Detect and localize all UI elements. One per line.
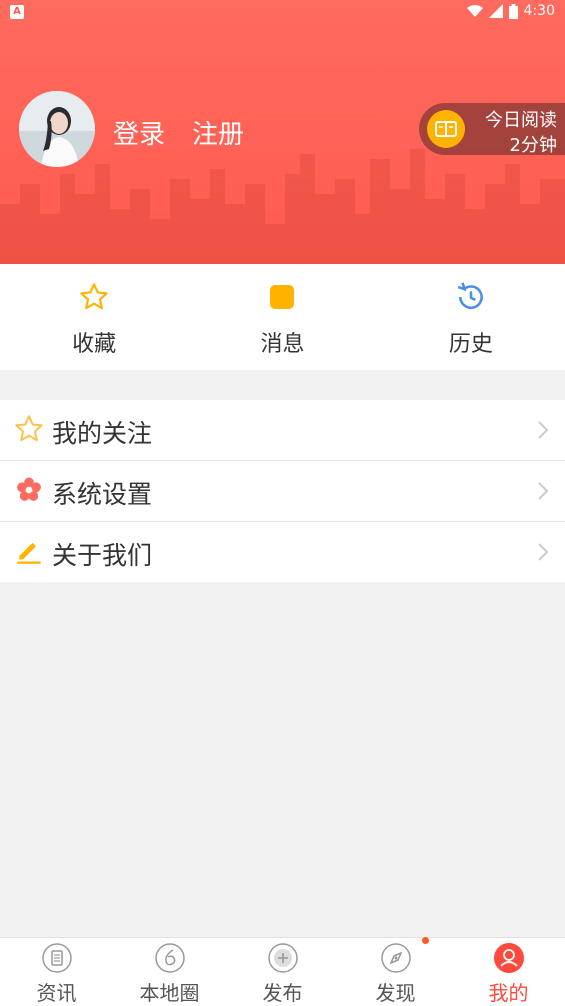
tab-mine[interactable]: 我的 [452, 938, 565, 1006]
book-icon [427, 110, 465, 148]
star-icon [77, 280, 111, 314]
quick-history-label: 历史 [448, 332, 493, 357]
menu-item-following[interactable]: 我的关注 [0, 400, 565, 461]
plus-icon [267, 943, 298, 973]
news-icon [41, 943, 72, 973]
quick-favorites-label: 收藏 [72, 332, 117, 357]
reading-duration: 2分钟 [509, 135, 557, 156]
compass-icon [380, 943, 411, 973]
quick-messages-label: 消息 [260, 332, 305, 357]
user-icon [493, 943, 524, 973]
tab-discover[interactable]: 发现 [339, 938, 452, 1006]
menu-item-settings[interactable]: 系统设置 [0, 461, 565, 522]
status-bar: A 4:30 [0, 0, 565, 26]
status-time: 4:30 [523, 3, 555, 19]
avatar[interactable] [19, 91, 95, 167]
chevron-right-icon [538, 543, 549, 561]
chevron-right-icon [538, 482, 549, 500]
menu-item-about[interactable]: 关于我们 [0, 522, 565, 582]
menu-item-about-label: 关于我们 [52, 541, 153, 570]
reading-title: 今日阅读 [485, 110, 557, 131]
tab-publish-label: 发布 [262, 981, 303, 1005]
tab-news-label: 资讯 [36, 981, 77, 1005]
discover-notification-dot [422, 937, 429, 944]
menu-item-settings-label: 系统设置 [52, 480, 153, 509]
tab-mine-label: 我的 [488, 981, 529, 1005]
quick-messages[interactable]: 消息 [188, 264, 376, 370]
tab-news[interactable]: 资讯 [0, 938, 113, 1006]
wifi-icon [466, 5, 483, 17]
tab-local-circle-label: 本地圈 [139, 981, 200, 1005]
bottom-tab-bar: 资讯 本地圈 发布 发现 我的 [0, 937, 565, 1006]
chevron-right-icon [538, 421, 549, 439]
settings-menu: 我的关注 系统设置 关于我们 [0, 400, 565, 582]
message-icon [265, 280, 299, 314]
tab-publish[interactable]: 发布 [226, 938, 339, 1006]
quick-history[interactable]: 历史 [377, 264, 565, 370]
local-circle-icon [154, 943, 185, 973]
login-link[interactable]: 登录 [113, 114, 165, 151]
tab-discover-label: 发现 [375, 981, 416, 1005]
signal-icon [488, 4, 503, 18]
flower-settings-icon [13, 474, 45, 506]
profile-header: A 4:30 登录 注册 今日阅读 2分钟 [0, 0, 565, 264]
today-reading-badge[interactable]: 今日阅读 2分钟 [419, 103, 565, 156]
tab-local-circle[interactable]: 本地圈 [113, 938, 226, 1006]
quick-favorites[interactable]: 收藏 [0, 264, 188, 370]
menu-item-following-label: 我的关注 [52, 419, 153, 448]
battery-icon [508, 3, 518, 19]
quick-actions: 收藏 消息 历史 [0, 264, 565, 370]
register-link[interactable]: 注册 [192, 114, 244, 151]
app-notification-icon: A [10, 5, 24, 19]
star-outline-icon [13, 413, 45, 445]
history-icon [454, 280, 488, 314]
pen-icon [13, 535, 45, 567]
